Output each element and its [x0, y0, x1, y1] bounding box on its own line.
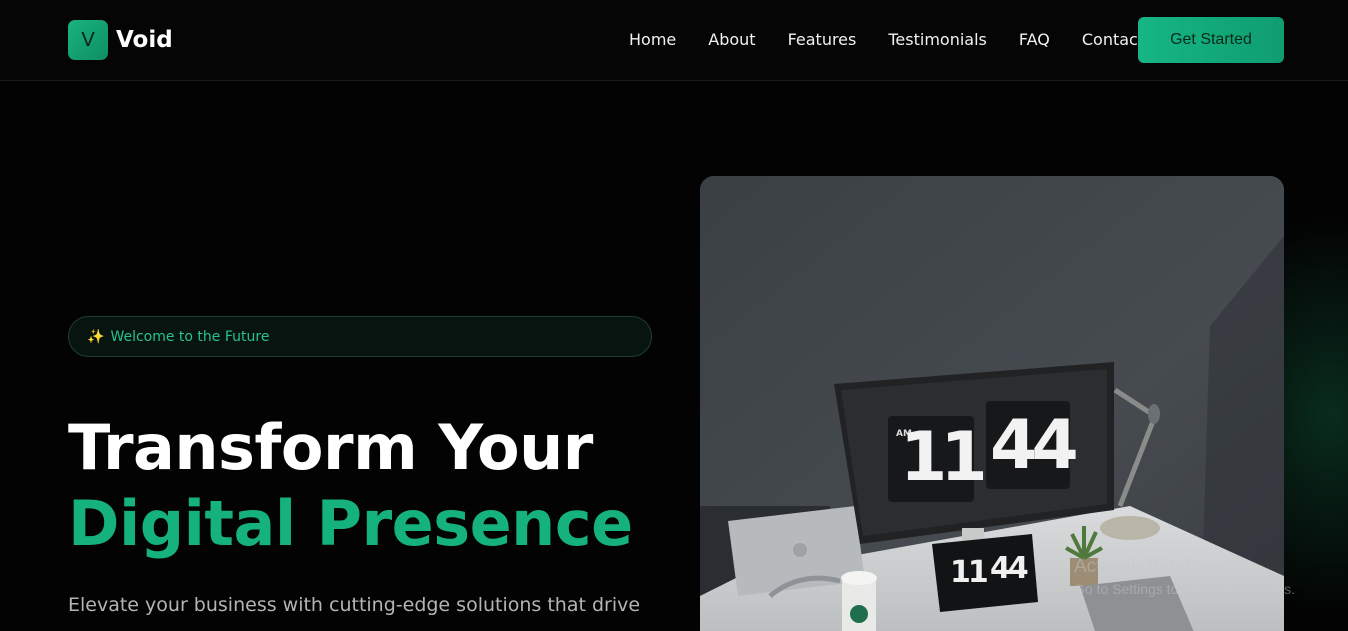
tablet-clock: 11 44 [948, 551, 1038, 601]
hero-title: Transform Your Digital Presence [68, 410, 633, 562]
nav-link-about[interactable]: About [708, 30, 755, 49]
brand-name: Void [116, 27, 173, 53]
get-started-button[interactable]: Get Started [1138, 17, 1284, 63]
watermark-title: Activate Windows [1074, 556, 1224, 577]
top-navigation-bar: V Void Home About Features Testimonials … [0, 0, 1348, 81]
nav-link-features[interactable]: Features [788, 30, 857, 49]
monitor-clock-minutes: 44 [990, 406, 1079, 485]
welcome-badge: ✨ Welcome to the Future [68, 316, 652, 357]
hero-title-line-2: Digital Presence [68, 487, 633, 560]
sparkles-icon: ✨ [87, 328, 105, 344]
tablet-clock-hours: 11 [950, 555, 989, 590]
nav-links: Home About Features Testimonials FAQ Con… [620, 30, 1176, 49]
nav-link-contact[interactable]: Contact [1082, 30, 1144, 49]
hero-title-line-1: Transform Your [68, 411, 593, 484]
landing-page: V Void Home About Features Testimonials … [0, 0, 1348, 631]
welcome-badge-text: Welcome to the Future [110, 328, 270, 345]
tablet-clock-minutes: 44 [990, 551, 1029, 586]
hero-subtitle: Elevate your business with cutting-edge … [68, 594, 641, 616]
brand-logo[interactable]: V Void [68, 20, 173, 60]
nav-link-testimonials[interactable]: Testimonials [888, 30, 987, 49]
watermark-subtitle: Go to Settings to activate Windows. [1074, 581, 1295, 597]
activate-windows-watermark: Activate Windows Go to Settings to activ… [1074, 556, 1295, 597]
nav-link-home[interactable]: Home [629, 30, 676, 49]
monitor-clock: AM 11 44 [888, 406, 1079, 509]
nav-link-faq[interactable]: FAQ [1019, 30, 1050, 49]
logo-mark-icon: V [68, 20, 108, 60]
monitor-clock-hours: 11 [900, 418, 988, 497]
